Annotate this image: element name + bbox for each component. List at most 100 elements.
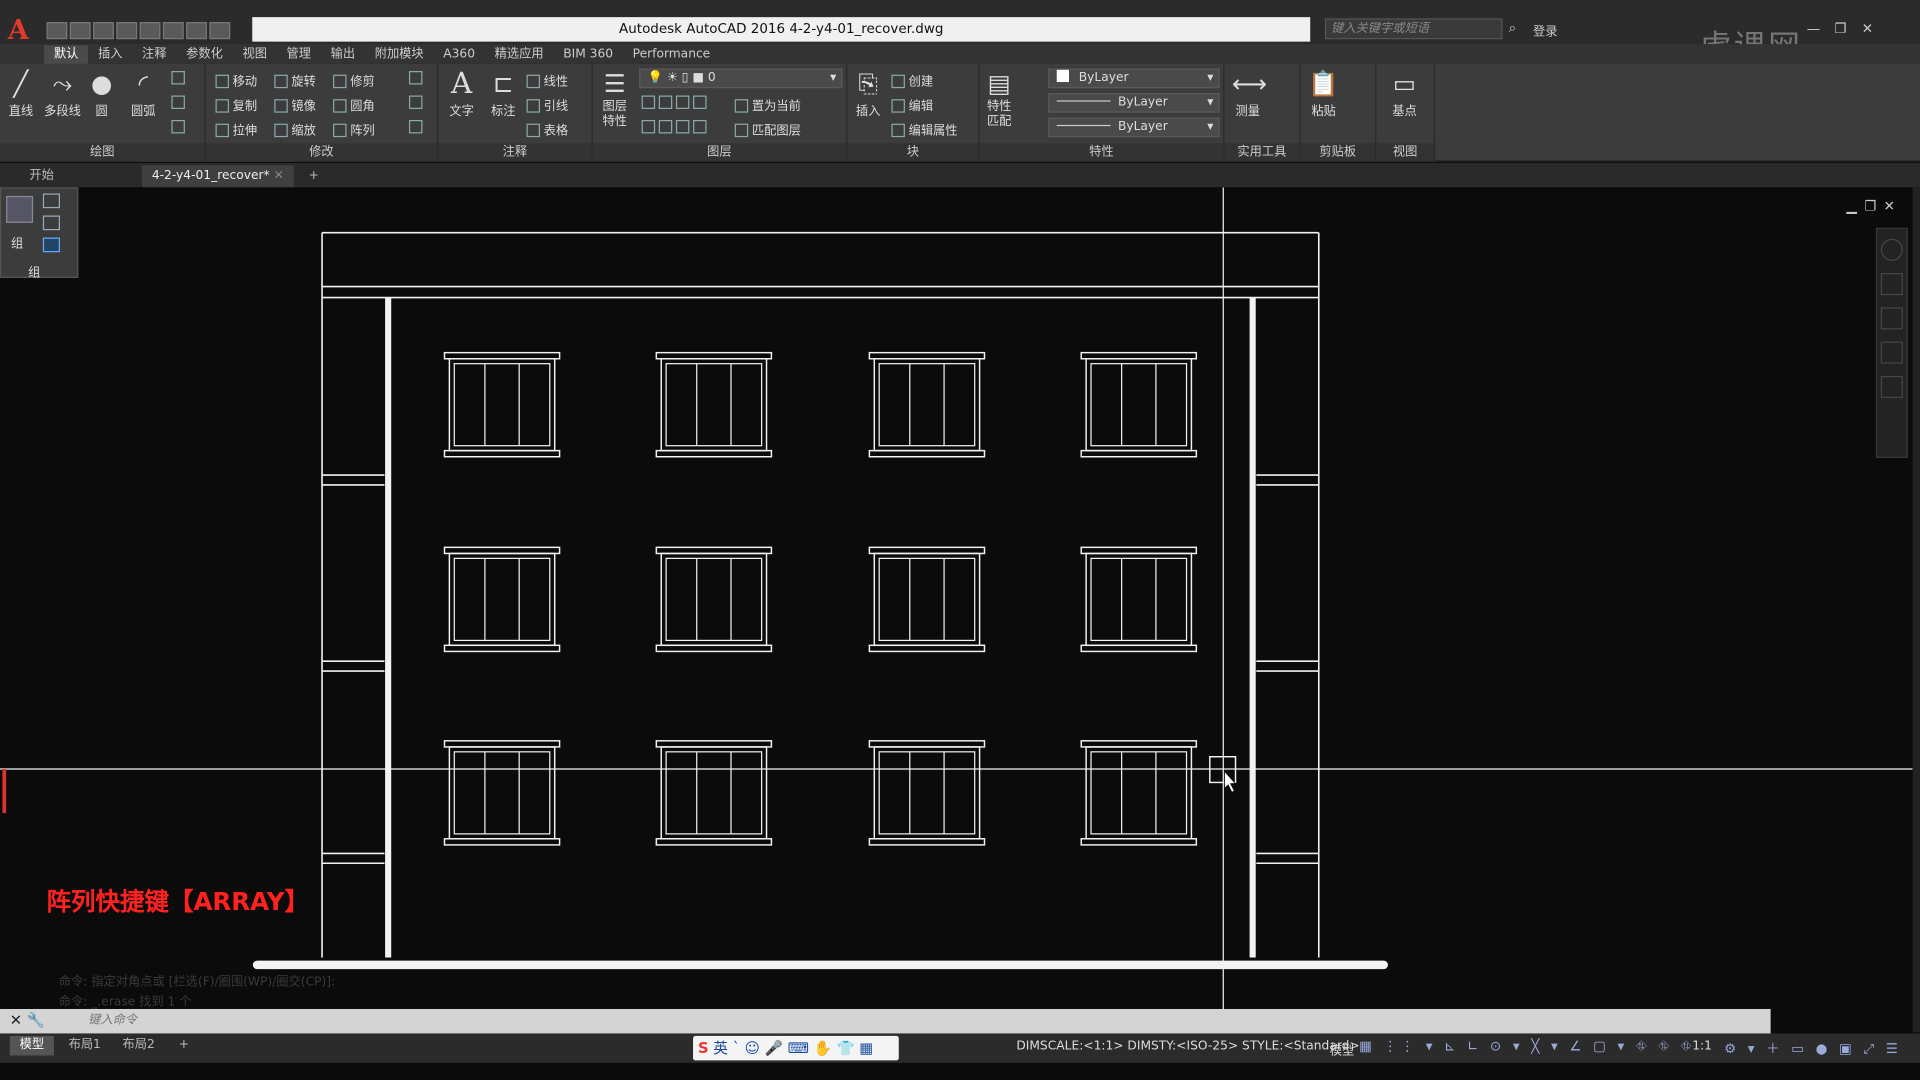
group-icon[interactable]: [6, 195, 34, 223]
color-dropdown[interactable]: ByLayer ▾: [1048, 68, 1220, 89]
clipboard-panel-label[interactable]: 剪贴板: [1300, 143, 1376, 162]
minimize-icon[interactable]: —: [1800, 21, 1827, 37]
explode-icon[interactable]: [408, 95, 426, 111]
steering-wheel-icon[interactable]: [1880, 238, 1903, 261]
annotation-scale[interactable]: 1:1: [1692, 1040, 1712, 1053]
zoom-icon[interactable]: [1880, 307, 1903, 330]
command-input[interactable]: 键入命令: [54, 1011, 1768, 1031]
customize-qat-icon[interactable]: [209, 21, 231, 39]
mirror-tool[interactable]: 镜像: [274, 96, 316, 114]
polyline-tool[interactable]: ⤳ 多段线: [42, 69, 84, 119]
array-tool[interactable]: 阵列: [333, 120, 375, 138]
offset-icon[interactable]: [408, 120, 426, 135]
tab-start[interactable]: 开始: [20, 165, 64, 187]
copy-tool[interactable]: 复制: [215, 96, 257, 114]
layer-properties-tool[interactable]: ☰ 图层特性: [595, 69, 634, 130]
block-panel-label[interactable]: 块: [847, 143, 979, 162]
properties-panel-label[interactable]: 特性: [979, 143, 1224, 162]
paste-tool[interactable]: 📋 粘贴: [1303, 69, 1345, 119]
vertical-scrollbar[interactable]: [1912, 187, 1920, 1033]
viewport-minimize-icon[interactable]: ▁: [1847, 198, 1865, 214]
orbit-icon[interactable]: [1880, 341, 1903, 364]
restore-icon[interactable]: ❐: [1827, 21, 1854, 37]
create-block-tool[interactable]: 创建: [891, 71, 933, 89]
close-command-line-icon[interactable]: ✕ 🔧: [10, 1011, 45, 1028]
edit-block-tool[interactable]: 编辑: [891, 96, 933, 114]
ungroup-icon[interactable]: [42, 193, 61, 209]
dimension-tool[interactable]: ⊏ 标注: [482, 69, 524, 119]
open-file-icon[interactable]: [69, 21, 91, 39]
ribbon-tab[interactable]: 附加模块: [365, 45, 434, 65]
print-icon[interactable]: [139, 21, 161, 39]
model-space-toggle[interactable]: 模型: [1330, 1040, 1354, 1057]
showmotion-icon[interactable]: [1880, 375, 1903, 398]
hatch-icon[interactable]: [171, 95, 188, 111]
new-tab-button[interactable]: +: [299, 165, 329, 187]
measure-tool[interactable]: ⟷ 测量: [1227, 69, 1269, 119]
save-as-icon[interactable]: [116, 21, 138, 39]
ribbon-tab[interactable]: 输出: [321, 45, 365, 65]
utilities-panel-label[interactable]: 实用工具: [1224, 143, 1300, 162]
close-tab-icon[interactable]: ✕: [274, 169, 284, 182]
pan-icon[interactable]: [1880, 273, 1903, 296]
leader-tool[interactable]: 引线: [526, 96, 568, 114]
fillet-tool[interactable]: 圆角: [333, 96, 375, 114]
ribbon-tab[interactable]: Performance: [623, 45, 720, 65]
new-file-icon[interactable]: [46, 21, 68, 39]
modify-panel-label[interactable]: 修改: [205, 143, 438, 162]
tab-model[interactable]: 模型: [9, 1035, 54, 1056]
annotation-panel-label[interactable]: 注释: [438, 143, 592, 162]
view-panel-label[interactable]: 视图: [1376, 143, 1434, 162]
viewport-restore-icon[interactable]: ❐: [1864, 198, 1883, 214]
layer-tools-row1[interactable]: [641, 95, 711, 111]
layer-tools-row2[interactable]: [641, 120, 711, 135]
rectangle-icon[interactable]: [171, 71, 188, 86]
viewport-close-icon[interactable]: ✕: [1884, 198, 1903, 214]
status-icons[interactable]: ▦ ⋮⋮ ▾ ⊾ ∟ ⊙ ▾ ╳ ▾ ∠ ▢ ▾ ⛗ ⛗ ⛗: [1359, 1038, 1695, 1055]
navigation-bar[interactable]: [1875, 227, 1908, 458]
text-tool[interactable]: A 文字: [441, 69, 483, 119]
trim-tool[interactable]: 修剪: [333, 71, 375, 89]
group-edit-icon[interactable]: [42, 215, 61, 231]
linear-tool[interactable]: 线性: [526, 71, 568, 89]
circle-tool[interactable]: ● 圆: [81, 69, 123, 119]
close-icon[interactable]: ✕: [1854, 21, 1881, 37]
ribbon-tab[interactable]: 默认: [44, 45, 89, 65]
ribbon-tab[interactable]: 精选应用: [485, 45, 554, 65]
search-input[interactable]: 键入关键字或短语: [1324, 18, 1503, 40]
linetype-dropdown[interactable]: ByLayer ▾: [1048, 93, 1220, 113]
status-icons-right[interactable]: ⚙ ▾ ＋ ▭ ● ▣ ⤢ ☰: [1724, 1038, 1901, 1058]
set-current-tool[interactable]: 置为当前: [734, 96, 801, 114]
ribbon-tab[interactable]: 注释: [132, 45, 176, 65]
match-properties-tool[interactable]: ▤ 特性匹配: [980, 69, 1019, 130]
ribbon-tab[interactable]: 管理: [277, 45, 321, 65]
group-panel-label[interactable]: 组: [28, 262, 40, 280]
stretch-tool[interactable]: 拉伸: [215, 120, 257, 138]
application-menu-button[interactable]: A: [0, 17, 37, 44]
undo-icon[interactable]: [162, 21, 184, 39]
ribbon-tab[interactable]: A360: [433, 45, 484, 65]
region-icon[interactable]: [171, 120, 188, 135]
layers-panel-label[interactable]: 图层: [592, 143, 847, 162]
tab-active-drawing[interactable]: 4-2-y4-01_recover* ✕: [142, 165, 294, 188]
rotate-tool[interactable]: 旋转: [274, 71, 316, 89]
ribbon-tab[interactable]: 插入: [88, 45, 132, 65]
binoculars-icon[interactable]: ⌕: [1509, 20, 1517, 37]
lineweight-dropdown[interactable]: ByLayer ▾: [1048, 117, 1220, 138]
ime-language[interactable]: 英: [713, 1040, 728, 1057]
move-tool[interactable]: 移动: [215, 71, 257, 89]
erase-icon[interactable]: [408, 71, 426, 86]
save-icon[interactable]: [93, 21, 114, 39]
ribbon-tab[interactable]: BIM 360: [553, 45, 622, 65]
ime-toolbar[interactable]: S 英 ˋ ☺ 🎤 ⌨ ✋ 👕 ▦: [693, 1035, 899, 1061]
base-view-tool[interactable]: ▭ 基点: [1384, 69, 1426, 119]
group-select-icon[interactable]: [42, 237, 61, 253]
login-link[interactable]: 登录: [1533, 21, 1557, 39]
layer-dropdown[interactable]: 💡 ☀ ▯ ■ 0 ▾: [639, 68, 843, 89]
match-layer-tool[interactable]: 匹配图层: [734, 120, 801, 138]
line-tool[interactable]: ╱ 直线: [0, 69, 42, 119]
table-tool[interactable]: 表格: [526, 120, 568, 138]
edit-attributes-tool[interactable]: 编辑属性: [891, 120, 958, 138]
ribbon-tab[interactable]: 参数化: [176, 45, 232, 65]
add-layout-button[interactable]: +: [169, 1036, 199, 1056]
